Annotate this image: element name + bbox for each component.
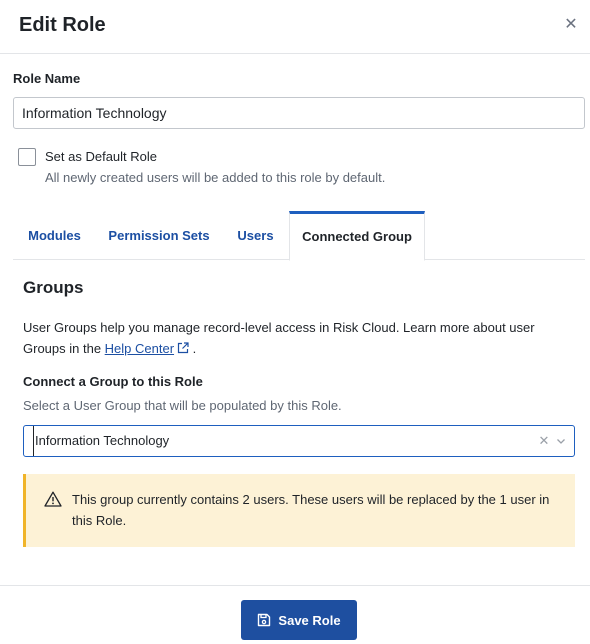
help-center-link[interactable]: Help Center bbox=[105, 341, 174, 356]
default-role-label[interactable]: Set as Default Role bbox=[45, 149, 157, 164]
dialog-footer: Save Role bbox=[0, 585, 590, 644]
close-icon[interactable]: ✕ bbox=[562, 16, 580, 34]
save-role-label: Save Role bbox=[278, 612, 341, 628]
groups-heading: Groups bbox=[23, 278, 84, 297]
warning-text: This group currently contains 2 users. T… bbox=[72, 492, 550, 528]
groups-description: User Groups help you manage record-level… bbox=[23, 317, 579, 359]
group-select-value: Information Technology bbox=[33, 426, 169, 456]
dialog-title: Edit Role bbox=[19, 14, 106, 36]
tab-users[interactable]: Users bbox=[222, 211, 289, 260]
connect-group-help: Select a User Group that will be populat… bbox=[23, 398, 342, 413]
clear-icon[interactable]: ✕ bbox=[538, 433, 550, 449]
connect-group-label: Connect a Group to this Role bbox=[23, 374, 203, 389]
group-select[interactable]: Information Technology ✕ bbox=[23, 425, 575, 457]
save-icon bbox=[258, 613, 271, 627]
role-name-input[interactable]: Information Technology bbox=[13, 97, 585, 129]
replace-users-warning: This group currently contains 2 users. T… bbox=[23, 474, 575, 547]
default-role-help: All newly created users will be added to… bbox=[45, 170, 386, 185]
tab-modules[interactable]: Modules bbox=[13, 211, 96, 260]
chevron-down-icon[interactable] bbox=[555, 435, 567, 447]
warning-icon bbox=[44, 491, 62, 507]
dialog-header: Edit Role ✕ bbox=[0, 0, 590, 54]
role-name-label: Role Name bbox=[13, 71, 81, 86]
groups-description-text: User Groups help you manage record-level… bbox=[23, 320, 535, 356]
role-tabs: Modules Permission Sets Users Connected … bbox=[13, 211, 585, 261]
tab-permission-sets[interactable]: Permission Sets bbox=[96, 211, 222, 260]
default-role-checkbox[interactable] bbox=[18, 148, 36, 166]
external-link-icon[interactable] bbox=[177, 342, 189, 354]
groups-description-period: . bbox=[192, 341, 197, 356]
save-role-button[interactable]: Save Role bbox=[241, 600, 357, 640]
tab-connected-group[interactable]: Connected Group bbox=[289, 211, 425, 261]
